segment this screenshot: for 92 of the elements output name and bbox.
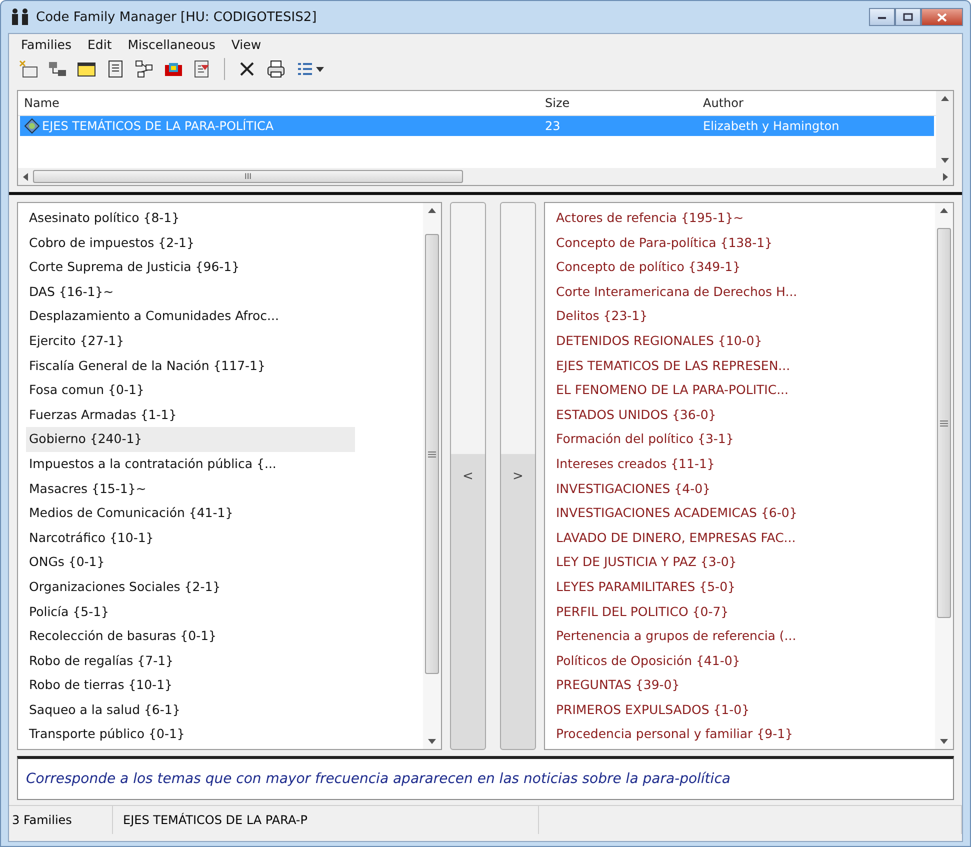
filter-icon	[192, 59, 212, 79]
list-item[interactable]: LEYES PARAMILITARES {5-0}	[553, 574, 882, 600]
table-cell-text: Elizabeth y Hamington	[702, 119, 840, 133]
list-item[interactable]: ESTADOS UNIDOS {36-0}	[553, 402, 882, 428]
status-text: EJES TEMÁTICOS DE LA PARA-P	[113, 806, 539, 834]
close-icon	[937, 12, 947, 22]
list-item[interactable]: PREGUNTAS {39-0}	[553, 673, 882, 698]
list-item[interactable]: Formación del político {3-1}	[553, 427, 882, 452]
scrollbar[interactable]	[423, 203, 441, 749]
list-item[interactable]: Desplazamiento a Comunidades Afroc...	[26, 304, 355, 329]
list-item[interactable]: Robo de tierras {10-1}	[26, 673, 355, 698]
list-item[interactable]: Concepto de Para-política {138-1}	[553, 230, 882, 256]
menu-item[interactable]: Families	[13, 36, 80, 52]
list-item[interactable]: Procedencia personal y familiar {9-1}	[553, 722, 882, 748]
hierarchy-icon	[47, 59, 67, 79]
minimize-button[interactable]	[869, 8, 895, 26]
list-item[interactable]: Transporte público {0-1}	[26, 722, 355, 748]
column-header[interactable]: Author	[697, 96, 936, 110]
list-item[interactable]: Recolección de basuras {0-1}	[26, 624, 355, 649]
list-item[interactable]: Saqueo a la salud {6-1}	[26, 698, 355, 722]
list-item[interactable]: LAVADO DE DINERO, EMPRESAS FAC...	[553, 526, 882, 550]
list-item[interactable]: Masacres {15-1}~	[26, 476, 355, 502]
scroll-down-icon	[427, 738, 437, 745]
list-item[interactable]: Organizaciones Sociales {2-1}	[26, 574, 355, 600]
move-button[interactable]: <	[450, 202, 486, 750]
list-item[interactable]: Robo de regalías {7-1}	[26, 648, 355, 674]
scroll-thumb[interactable]	[425, 234, 439, 674]
list-item[interactable]: Fosa comun {0-1}	[26, 378, 355, 403]
menu-item[interactable]: Edit	[80, 36, 120, 52]
scroll-up-icon	[939, 207, 949, 214]
list-item[interactable]: Impuestos a la contratación pública {...	[26, 452, 355, 477]
list-item[interactable]: Intereses creados {11-1}	[553, 452, 882, 477]
scroll-thumb[interactable]	[937, 228, 951, 618]
minimize-icon	[877, 14, 887, 20]
list-item[interactable]: Policía {5-1}	[26, 600, 355, 624]
scroll-thumb[interactable]: III	[33, 170, 463, 183]
scroll-left-icon	[22, 172, 29, 182]
column-header[interactable]: Size	[539, 96, 697, 110]
list-item[interactable]: ONGs {0-1}	[26, 550, 355, 575]
scroll-up-icon	[427, 207, 437, 214]
new-item-icon	[18, 59, 38, 79]
list-item[interactable]: Corte Interamericana de Derechos H...	[553, 280, 882, 304]
list-item[interactable]: Políticos de Oposición {41-0}	[553, 648, 882, 674]
grip-icon	[428, 450, 436, 458]
grip-icon	[940, 420, 948, 426]
printer-icon	[266, 59, 286, 79]
table-cell-text: 23	[544, 119, 562, 133]
list-item[interactable]: Ejercito {27-1}	[26, 328, 355, 354]
scroll-down-icon	[940, 157, 950, 164]
list-item[interactable]: DAS {16-1}~	[26, 280, 355, 304]
list-item[interactable]: Cobro de impuestos {2-1}	[26, 230, 355, 256]
people-icon	[10, 8, 30, 26]
table-cell: EJES TEMÁTICOS DE LA PARA-POLÍTICA	[42, 119, 274, 133]
scrollbar[interactable]	[936, 91, 953, 168]
maximize-button[interactable]	[895, 8, 921, 26]
window-title: Code Family Manager [HU: CODIGOTESIS2]	[36, 10, 317, 24]
list-item[interactable]: PRIMEROS EXPULSADOS {1-0}	[553, 698, 882, 722]
list-item[interactable]: EL FENOMENO DE LA PARA-POLITIC...	[553, 378, 882, 403]
list-item[interactable]: EJES TEMATICOS DE LAS REPRESEN...	[553, 354, 882, 378]
list-item[interactable]: Narcotráfico {10-1}	[26, 526, 355, 550]
list-item[interactable]: INVESTIGACIONES {4-0}	[553, 476, 882, 502]
comment-text: Corresponde a los temas que con mayor frecuencia apararecen en las noticias sobre la para-política	[26, 771, 730, 787]
menu-item[interactable]: View	[223, 36, 270, 52]
scrollbar[interactable]: III	[18, 168, 953, 185]
list-item[interactable]: LEY DE JUSTICIA Y PAZ {3-0}	[553, 550, 882, 575]
caret-icon	[316, 66, 324, 72]
comment-field[interactable]: Corresponde a los temas que con mayor frecuencia apararecen en las noticias sobre la para-política	[17, 756, 954, 800]
list-item[interactable]: Delitos {23-1}	[553, 304, 882, 329]
list-item[interactable]: PERFIL DEL POLITICO {0-7}	[553, 600, 882, 624]
maximize-icon	[903, 13, 913, 21]
list-item[interactable]: Actores de refencia {195-1}~	[553, 206, 882, 231]
list-item[interactable]: Corte Suprema de Justicia {96-1}	[26, 255, 355, 280]
list-item[interactable]: Concepto de político {349-1}	[553, 255, 882, 280]
list-item[interactable]: Asesinato político {8-1}	[26, 206, 355, 231]
list-item[interactable]: INVESTIGACIONES ACADEMICAS {6-0}	[553, 501, 882, 526]
scroll-up-icon	[940, 95, 950, 102]
close-button[interactable]	[921, 8, 963, 26]
scrollbar[interactable]	[935, 203, 953, 749]
list-item[interactable]: Fiscalía General de la Nación {117-1}	[26, 354, 355, 378]
menu-item[interactable]: Miscellaneous	[120, 36, 224, 52]
list-item[interactable]: Pertenencia a grupos de referencia (...	[553, 624, 882, 649]
network-icon	[134, 59, 154, 79]
list-item[interactable]: Medios de Comunicación {41-1}	[26, 501, 355, 526]
move-button[interactable]: >	[500, 202, 536, 750]
scroll-right-icon	[942, 172, 949, 182]
column-header[interactable]: Name	[18, 96, 539, 110]
list-item[interactable]: DETENIDOS REGIONALES {10-0}	[553, 328, 882, 354]
scroll-down-icon	[939, 738, 949, 745]
family-icon	[24, 118, 40, 134]
list-item[interactable]: Fuerzas Armadas {1-1}	[26, 402, 355, 428]
status-text: 3 Families	[9, 806, 113, 834]
list-item[interactable]: Gobierno {240-1}	[26, 427, 355, 452]
